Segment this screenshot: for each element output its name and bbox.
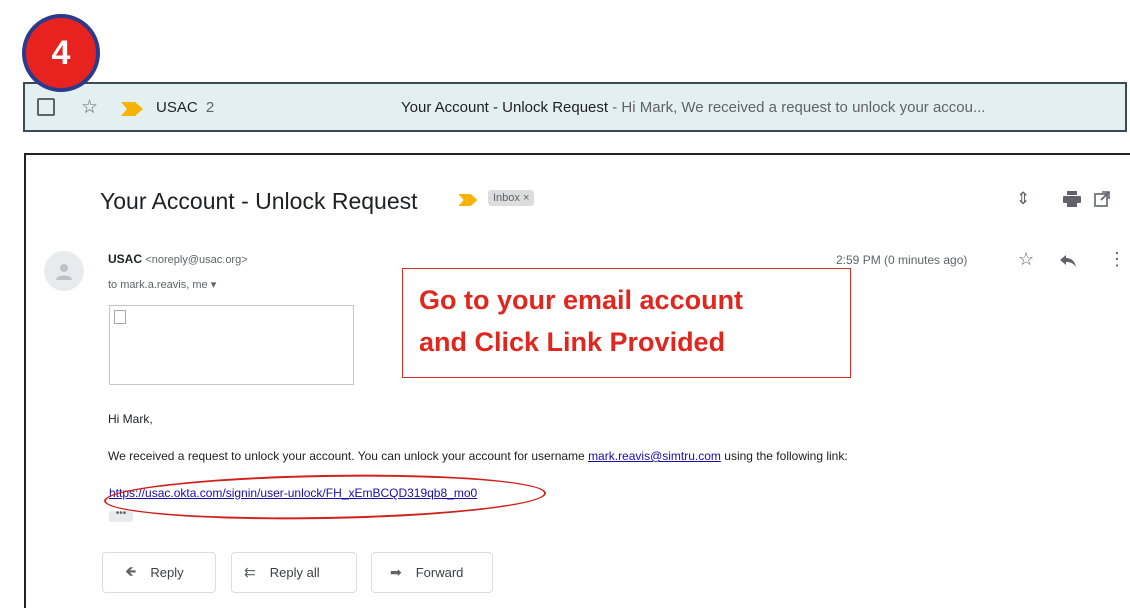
broken-image-icon [114,310,126,324]
star-icon[interactable]: ☆ [1018,249,1034,270]
email-subject: Your Account - Unlock Request [100,188,418,214]
forward-button-label: Forward [415,565,464,580]
email-view: Your Account - Unlock Request Inbox × ⇕ … [24,153,1130,608]
reply-all-button[interactable]: ⇇ Reply all [231,552,357,593]
reply-button[interactable]: 🡸 Reply [102,552,216,593]
body-text-suffix: using the following link: [720,449,848,463]
importance-marker-icon[interactable] [458,194,478,206]
sender-name: USAC [156,98,198,116]
select-checkbox[interactable] [37,98,55,116]
person-icon [56,264,72,280]
show-trimmed-content-button[interactable]: ••• [109,509,133,522]
email-timestamp: 2:59 PM (0 minutes ago) [836,253,968,267]
reply-all-icon: ⇇ [244,564,256,580]
reply-all-button-label: Reply all [269,565,320,580]
recipients-line[interactable]: to mark.a.reavis, me ▾ [108,278,216,291]
step-number-badge: 4 [22,14,100,92]
avatar[interactable] [44,251,84,291]
more-options-icon[interactable]: ⋮ [1108,249,1126,270]
row-preview: Your Account - Unlock Request - Hi Mark,… [401,99,985,116]
row-sender: USAC 2 [156,99,214,116]
inbox-email-row[interactable]: ☆ USAC 2 Your Account - Unlock Request -… [23,82,1127,132]
star-icon[interactable]: ☆ [81,98,98,117]
caret-down-icon[interactable]: ▾ [211,279,217,291]
callout-line-1: Go to your email account [419,285,744,315]
broken-image-placeholder [109,305,354,385]
reply-icon[interactable] [1060,255,1076,267]
reply-button-label: Reply [150,565,184,580]
username-email-link[interactable]: mark.reavis@simtru.com [588,449,721,463]
callout-line-2: and Click Link Provided [419,327,726,357]
print-icon[interactable] [1063,191,1081,207]
open-in-new-window-icon[interactable] [1094,191,1110,207]
sender-line: USAC <noreply@usac.org> [108,252,248,266]
importance-marker-icon[interactable] [121,102,143,116]
expand-collapse-icon[interactable]: ⇕ [1016,189,1030,209]
link-highlight-ellipse [103,471,547,523]
forward-button[interactable]: ➡ Forward [371,552,493,593]
sender-name[interactable]: USAC [108,252,142,266]
row-separator: - [608,98,622,116]
email-body-text: We received a request to unlock your acc… [108,449,848,463]
row-snippet: Hi Mark, We received a request to unlock… [621,98,986,116]
email-greeting: Hi Mark, [108,412,153,426]
sender-email: <noreply@usac.org> [145,254,248,266]
row-subject: Your Account - Unlock Request [401,98,609,116]
instruction-callout: Go to your email account and Click Link … [402,268,851,378]
forward-icon: ➡ [390,564,402,580]
inbox-label-chip[interactable]: Inbox × [488,190,535,206]
reply-icon: 🡸 [125,562,137,579]
thread-count: 2 [205,98,215,116]
body-text-prefix: We received a request to unlock your acc… [108,449,589,463]
recipients-text: to mark.a.reavis, me [108,279,208,291]
